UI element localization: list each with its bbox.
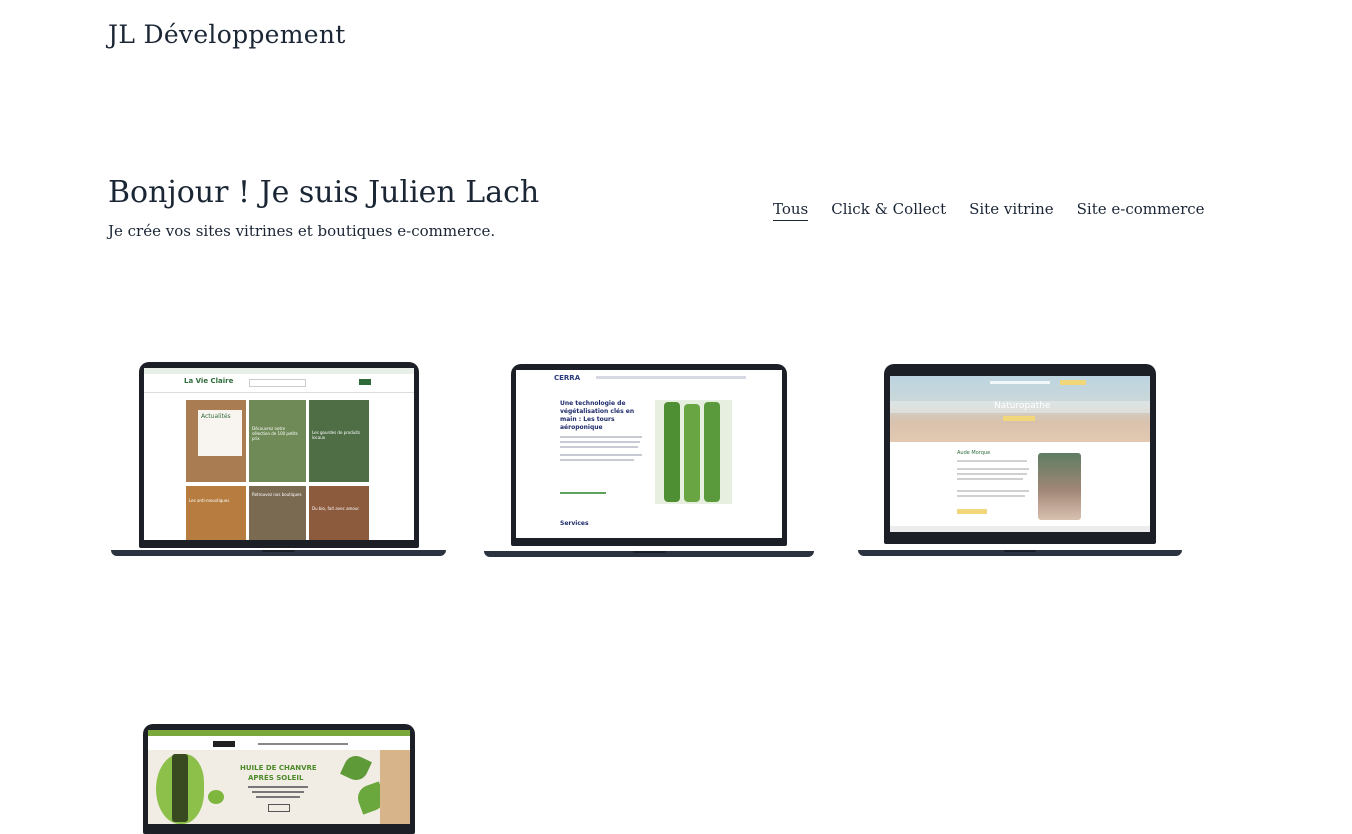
project-screenshot-chanvre: HUILE DE CHANVRE APRÈS SOLEIL bbox=[148, 730, 410, 824]
laptop-base bbox=[484, 551, 814, 557]
portfolio-filters: Tous Click & Collect Site vitrine Site e… bbox=[773, 200, 1205, 221]
project-card-lavieclaire[interactable]: La Vie Claire Actualités Découvrez notre… bbox=[111, 362, 446, 564]
project-screenshot-lavieclaire: La Vie Claire Actualités Découvrez notre… bbox=[144, 368, 414, 540]
section-heading: Services bbox=[560, 520, 589, 527]
camera-notch bbox=[632, 364, 666, 370]
camera-notch bbox=[263, 724, 297, 730]
portrait-photo bbox=[1038, 453, 1081, 520]
hero-subtitle: Je crée vos sites vitrines et boutiques … bbox=[108, 222, 496, 240]
project-card-cerra[interactable]: CERRA Une technologie de végétalisation … bbox=[484, 362, 814, 562]
tile-text: Découvrez notre sélection de 100 petits … bbox=[252, 426, 298, 441]
project-brand: CERRA bbox=[554, 374, 581, 382]
camera-notch bbox=[1003, 364, 1037, 370]
project-brand: La Vie Claire bbox=[184, 377, 234, 385]
tile-text: Les gourdes de produits locaux bbox=[312, 430, 361, 440]
filter-click-collect[interactable]: Click & Collect bbox=[831, 200, 946, 221]
laptop-base bbox=[111, 550, 446, 556]
product-heading: HUILE DE CHANVRE bbox=[240, 764, 317, 772]
person-name: Aude Morque bbox=[957, 450, 991, 456]
project-card-chanvre[interactable]: HUILE DE CHANVRE APRÈS SOLEIL bbox=[140, 722, 420, 834]
filter-site-vitrine[interactable]: Site vitrine bbox=[969, 200, 1054, 221]
project-card-naturopathe[interactable]: Naturopathe Aude Morque bbox=[858, 364, 1182, 560]
hero-title: Bonjour ! Je suis Julien Lach bbox=[108, 175, 540, 210]
camera-notch bbox=[261, 362, 296, 368]
tile-text: Du bio, fait avec amour bbox=[312, 506, 360, 511]
hero-heading: Une technologie de végétalisation clés e… bbox=[560, 400, 635, 431]
site-title[interactable]: JL Développement bbox=[108, 20, 346, 49]
project-screenshot-cerra: CERRA Une technologie de végétalisation … bbox=[516, 370, 782, 538]
filter-site-ecommerce[interactable]: Site e-commerce bbox=[1077, 200, 1205, 221]
tile-text: Les anti-moustiques bbox=[189, 498, 230, 503]
laptop-base bbox=[858, 550, 1182, 556]
hero-heading: Naturopathe bbox=[994, 401, 1051, 411]
tile-text: Retrouvez nos boutiques bbox=[252, 492, 302, 497]
filter-all[interactable]: Tous bbox=[773, 200, 809, 221]
project-screenshot-naturopathe: Naturopathe Aude Morque bbox=[890, 376, 1150, 532]
product-subheading: APRÈS SOLEIL bbox=[248, 774, 304, 782]
tile-text: Actualités bbox=[201, 413, 231, 420]
